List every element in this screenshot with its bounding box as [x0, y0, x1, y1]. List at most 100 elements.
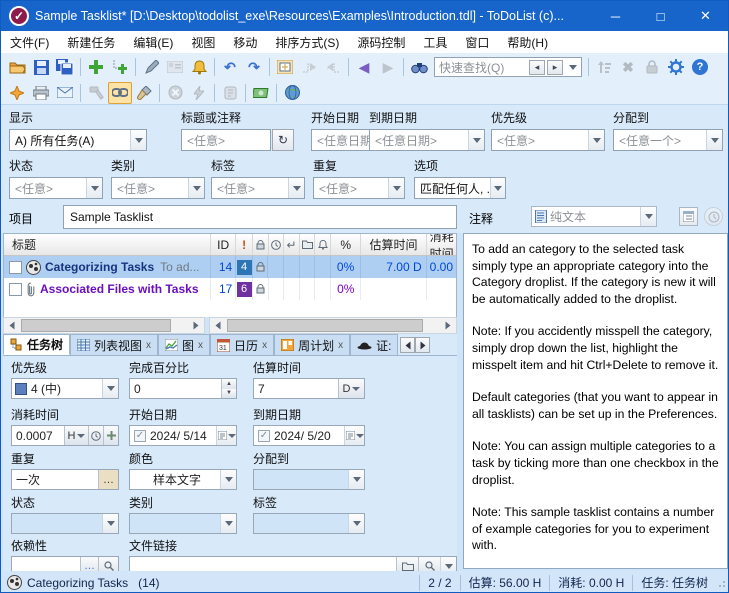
tab-close-icon[interactable]: x — [146, 340, 151, 351]
category-combo[interactable] — [129, 513, 237, 534]
lightning-icon[interactable] — [187, 82, 211, 104]
comments-format-combo[interactable]: 纯文本 — [531, 206, 657, 227]
add-time-button[interactable] — [103, 426, 118, 445]
forward-icon[interactable]: ▶ — [376, 56, 400, 78]
column-folder-icon[interactable] — [300, 234, 316, 255]
column-time-icon[interactable] — [269, 234, 285, 255]
filter-recurrence-combo[interactable]: <任意> — [313, 177, 405, 199]
menu-help[interactable]: 帮助(H) — [498, 31, 557, 53]
filter-show-combo[interactable]: A) 所有任务(A) — [9, 129, 147, 151]
spent-unit-button[interactable]: H — [64, 426, 88, 445]
scroll-left-icon[interactable] — [210, 318, 226, 333]
back-icon[interactable]: ◀ — [352, 56, 376, 78]
new-tasklist-icon[interactable] — [5, 82, 29, 104]
indent-right-icon[interactable] — [297, 56, 321, 78]
save-all-icon[interactable] — [53, 56, 77, 78]
column-reminder-icon[interactable] — [315, 234, 331, 255]
file-link-dropdown-icon[interactable] — [440, 557, 456, 571]
column-percent[interactable]: % — [331, 234, 361, 255]
menu-edit[interactable]: 编辑(E) — [124, 31, 182, 53]
priority-combo[interactable]: 4 (中) — [11, 378, 119, 399]
tab-burndown[interactable]: 证: — [350, 334, 398, 355]
percent-done-spinner[interactable]: 0 ▲▼ — [129, 378, 237, 399]
scroll-icon[interactable] — [218, 82, 242, 104]
maximize-button[interactable]: □ — [638, 1, 683, 31]
hammer-icon[interactable] — [84, 82, 108, 104]
scroll-right-icon[interactable] — [188, 318, 204, 333]
project-input[interactable]: Sample Tasklist — [63, 205, 457, 229]
estimate-field[interactable]: 7 D — [253, 378, 365, 399]
delete-task-icon[interactable]: ✖ — [616, 56, 640, 78]
color-combo[interactable]: 样本文字 — [129, 469, 237, 490]
recurrence-edit-button[interactable]: … — [98, 470, 118, 489]
tab-scroll-right-icon[interactable] — [415, 337, 430, 353]
tab-week-planner[interactable]: 周计划x — [274, 334, 350, 355]
menu-move[interactable]: 移动 — [224, 31, 266, 53]
redo-icon[interactable]: ↷ — [242, 56, 266, 78]
spinner-buttons[interactable]: ▲▼ — [221, 379, 236, 398]
new-subtask-icon[interactable] — [108, 56, 132, 78]
due-date-picker[interactable]: ✓ 2024/ 5/20 — [253, 425, 365, 446]
print-icon[interactable] — [29, 82, 53, 104]
tab-close-icon[interactable]: x — [262, 340, 267, 351]
filter-tag-combo[interactable]: <任意> — [211, 177, 305, 199]
tab-chart[interactable]: 图x — [158, 334, 210, 355]
date-stamp-button[interactable] — [679, 207, 698, 226]
task-card-icon[interactable] — [163, 56, 187, 78]
tab-close-icon[interactable]: x — [338, 340, 343, 351]
web-globe-icon[interactable] — [280, 82, 304, 104]
sort-up-icon[interactable] — [592, 56, 616, 78]
task-row[interactable]: Associated Files with Tasks 17 6 0% — [4, 278, 456, 300]
new-task-icon[interactable] — [84, 56, 108, 78]
calendar-dropdown-icon[interactable] — [216, 426, 236, 445]
menu-new-task[interactable]: 新建任务 — [58, 31, 124, 53]
column-id[interactable]: ID — [211, 234, 236, 255]
filter-allocto-combo[interactable]: <任意一个> — [613, 129, 723, 151]
scroll-left-icon[interactable] — [4, 318, 20, 333]
time-stamp-button[interactable] — [704, 207, 723, 226]
scroll-right-icon[interactable] — [440, 318, 456, 333]
currency-icon[interactable] — [249, 82, 273, 104]
tab-calendar[interactable]: 31 日历x — [210, 334, 274, 355]
dependency-field[interactable]: … — [11, 556, 119, 571]
title-columns-scrollbar[interactable] — [3, 317, 205, 334]
reminder-bell-icon[interactable] — [187, 56, 211, 78]
menu-window[interactable]: 窗口 — [456, 31, 498, 53]
link-icon[interactable] — [108, 82, 132, 104]
date-checkbox[interactable]: ✓ — [258, 430, 270, 442]
dependency-find-button[interactable] — [98, 557, 118, 571]
quick-find-combo[interactable]: 快速查找(Q) ◂ ▸ — [434, 57, 582, 77]
column-estimate[interactable]: 估算时间 — [361, 234, 426, 255]
alloc-to-combo[interactable] — [253, 469, 365, 490]
file-link-field[interactable] — [129, 556, 457, 571]
file-find-button[interactable] — [418, 557, 440, 571]
quick-find-prev-icon[interactable]: ◂ — [529, 60, 545, 75]
status-combo[interactable] — [11, 513, 119, 534]
start-date-picker[interactable]: ✓ 2024/ 5/14 — [129, 425, 237, 446]
help-icon[interactable]: ? — [688, 56, 712, 78]
preferences-gear-icon[interactable] — [664, 56, 688, 78]
tags-combo[interactable] — [253, 513, 365, 534]
lock-tasklist-icon[interactable] — [640, 56, 664, 78]
filter-title-input[interactable]: <任意> — [181, 129, 271, 151]
dependency-edit-button[interactable]: … — [80, 557, 98, 571]
menu-tools[interactable]: 工具 — [414, 31, 456, 53]
open-file-icon[interactable] — [5, 56, 29, 78]
tab-scroll-left-icon[interactable] — [400, 337, 415, 353]
filter-refresh-icon[interactable]: ↻ — [272, 129, 294, 151]
column-lock-icon[interactable] — [253, 234, 269, 255]
track-time-button[interactable] — [88, 426, 103, 445]
menu-source-control[interactable]: 源码控制 — [348, 31, 414, 53]
save-icon[interactable] — [29, 56, 53, 78]
maximize-tasklist-icon[interactable] — [273, 56, 297, 78]
tab-close-icon[interactable]: x — [198, 340, 203, 351]
find-tasks-icon[interactable] — [407, 56, 431, 78]
column-title[interactable]: 标题 — [4, 234, 211, 255]
filter-status-combo[interactable]: <任意> — [9, 177, 103, 199]
column-spent[interactable]: 消耗时间 — [427, 234, 456, 255]
quick-find-next-icon[interactable]: ▸ — [547, 60, 563, 75]
close-button[interactable]: ✕ — [683, 1, 728, 31]
column-recurrence-icon[interactable]: ↵ — [284, 234, 300, 255]
tab-task-tree[interactable]: 任务树 — [3, 334, 70, 355]
calendar-dropdown-icon[interactable] — [344, 426, 364, 445]
